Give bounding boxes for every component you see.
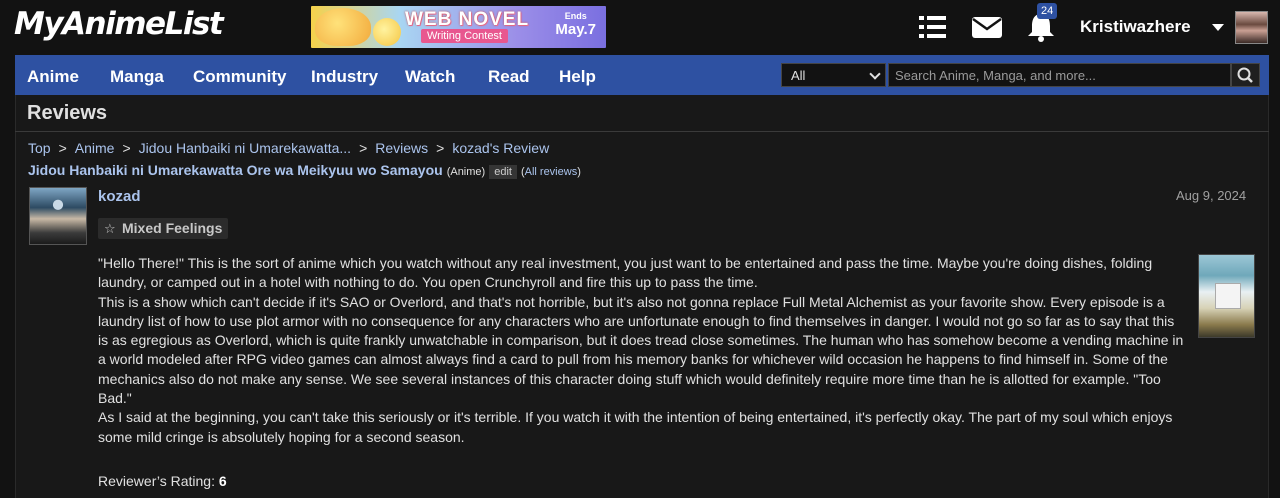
search-button[interactable] [1231,63,1260,87]
site-header: MyAnimeList WEB NOVEL Writing Contest En… [0,0,1280,55]
review-paragraph: As I said at the beginning, you can't ta… [98,409,1173,445]
breadcrumb-top[interactable]: Top [28,140,51,156]
banner-subtitle: Writing Contest [421,29,508,43]
breadcrumb-anime[interactable]: Anime [75,140,115,156]
search-category-select[interactable]: All [781,63,886,87]
caret-down-icon[interactable] [1212,24,1224,31]
reviewer-avatar[interactable] [29,187,87,245]
banner-mascot-image [315,8,371,46]
banner-ends-date: May.7 [555,21,596,38]
all-reviews: (All reviews) [520,166,581,178]
search-category-value: All [791,68,806,83]
nav-item-watch[interactable]: Watch [405,67,455,87]
all-reviews-link[interactable]: All reviews [525,166,578,178]
breadcrumb-current[interactable]: kozad's Review [452,140,549,156]
breadcrumb: Top > Anime > Jidou Hanbaiki ni Umarekawatta… [28,140,550,156]
search-icon [1237,67,1253,83]
nav-item-read[interactable]: Read [488,67,530,87]
banner-ends: Ends May.7 [555,11,596,38]
search-input[interactable]: Search Anime, Manga, and more... [888,63,1231,87]
username-menu[interactable]: Kristiwazhere [1080,17,1191,37]
nav-item-anime[interactable]: Anime [27,67,79,87]
user-avatar[interactable] [1235,11,1268,44]
notification-count-badge: 24 [1037,3,1058,19]
anime-title-link[interactable]: Jidou Hanbaiki ni Umarekawatta Ore wa Me… [28,162,443,178]
reviewer-name[interactable]: kozad [98,188,141,205]
reviewer-rating: Reviewer’s Rating: 6 [98,473,227,489]
page-title: Reviews [27,102,108,124]
mail-icon[interactable] [970,10,1004,44]
list-icon[interactable] [916,10,950,44]
anime-thumbnail[interactable] [1198,254,1255,338]
review-tag-label: Mixed Feelings [122,220,223,236]
breadcrumb-reviews[interactable]: Reviews [375,140,428,156]
banner-ends-label: Ends [564,11,587,21]
review-body: "Hello There!" This is the sort of anime… [98,254,1188,447]
edit-button[interactable]: edit [489,165,517,179]
star-icon: ☆ [104,221,116,236]
breadcrumb-anime-title[interactable]: Jidou Hanbaiki ni Umarekawatta... [139,140,351,156]
anime-heading: Jidou Hanbaiki ni Umarekawatta Ore wa Me… [28,162,581,179]
site-logo[interactable]: MyAnimeList [14,6,224,42]
review-paragraph: "Hello There!" This is the sort of anime… [98,255,1153,291]
nav-item-help[interactable]: Help [559,67,596,87]
reviewer-rating-label: Reviewer’s Rating: [98,473,215,489]
ad-banner[interactable]: WEB NOVEL Writing Contest Ends May.7 [311,6,606,48]
nav-item-manga[interactable]: Manga [110,67,164,87]
review-date: Aug 9, 2024 [1176,188,1247,203]
banner-mascot-image-small [373,18,401,46]
chevron-down-icon [869,68,881,80]
review-paragraph: This is a show which can't decide if it'… [98,293,1184,407]
banner-title: WEB NOVEL [405,9,530,30]
nav-item-community[interactable]: Community [193,67,287,87]
title-divider [15,131,1269,132]
anime-type: (Anime) [446,166,486,178]
nav-item-industry[interactable]: Industry [311,67,378,87]
review-tag: ☆ Mixed Feelings [98,218,229,239]
reviewer-rating-value: 6 [218,473,227,489]
